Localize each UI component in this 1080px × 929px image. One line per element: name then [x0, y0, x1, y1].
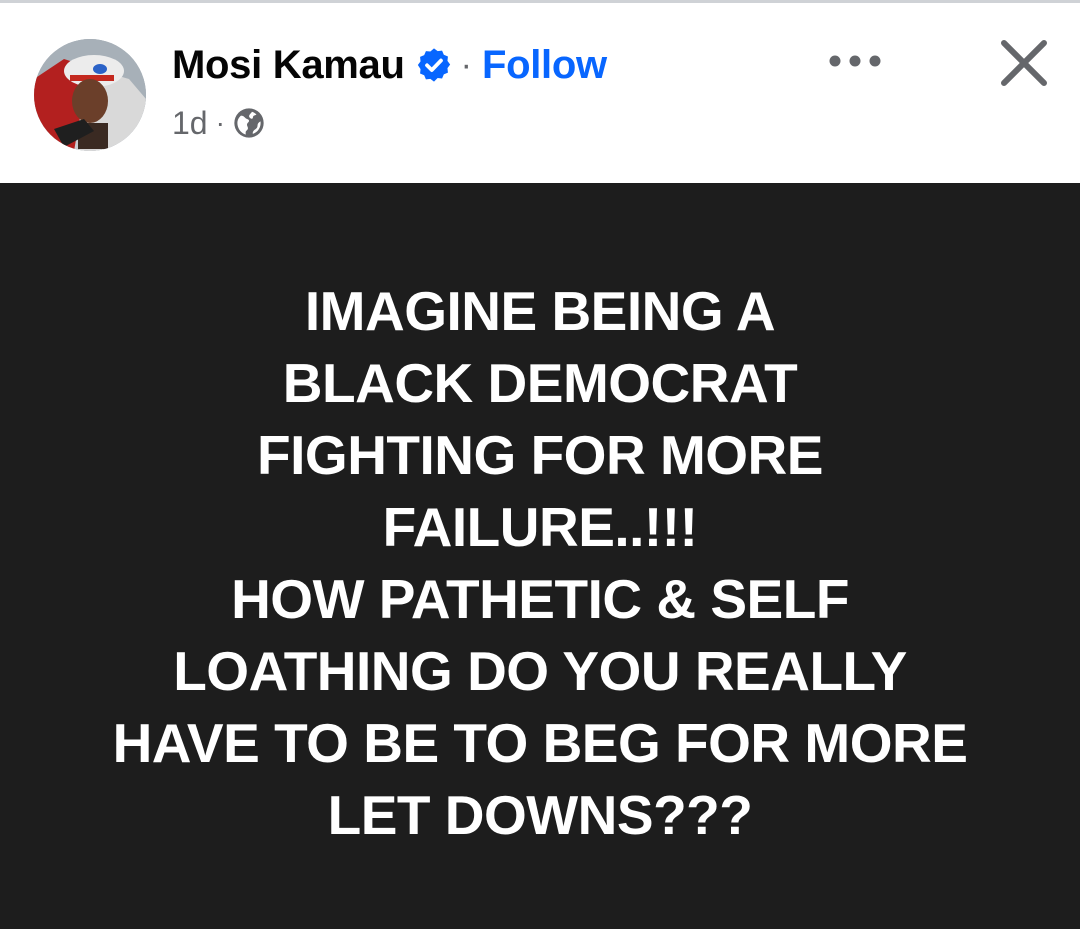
close-icon	[1001, 40, 1047, 86]
avatar-photo	[34, 39, 146, 151]
author-row: Mosi Kamau · Follow	[172, 41, 607, 89]
author-name[interactable]: Mosi Kamau	[172, 43, 405, 88]
post-header: Mosi Kamau · Follow 1d ·	[0, 3, 1080, 183]
more-options-button[interactable]	[822, 39, 888, 83]
post-text-line: HAVE TO BE TO BEG FOR MORE	[112, 712, 968, 774]
post-text-line: IMAGINE BEING A	[304, 280, 776, 342]
post-text-line: FIGHTING FOR MORE	[257, 424, 823, 486]
post-text-line: HOW PATHETIC & SELF	[231, 568, 849, 630]
post-text-line: BLACK DEMOCRAT	[282, 352, 798, 414]
post-text: IMAGINE BEING A BLACK DEMOCRAT FIGHTING …	[0, 275, 1080, 851]
post-text-line: LET DOWNS???	[327, 784, 753, 846]
verified-badge-icon	[415, 46, 453, 84]
close-button[interactable]	[992, 31, 1056, 95]
post-text-background: IMAGINE BEING A BLACK DEMOCRAT FIGHTING …	[0, 183, 1080, 929]
follow-button[interactable]: Follow	[482, 43, 607, 88]
post-meta: 1d ·	[172, 103, 265, 143]
post-timestamp[interactable]: 1d	[172, 105, 208, 142]
post-text-line: LOATHING DO YOU REALLY	[173, 640, 907, 702]
separator-dot: ·	[460, 45, 472, 84]
globe-icon[interactable]	[233, 107, 265, 139]
avatar[interactable]	[34, 39, 146, 151]
post-text-line: FAILURE..!!!	[382, 496, 698, 558]
more-options-icon	[829, 55, 881, 67]
meta-separator-dot: ·	[215, 107, 225, 138]
